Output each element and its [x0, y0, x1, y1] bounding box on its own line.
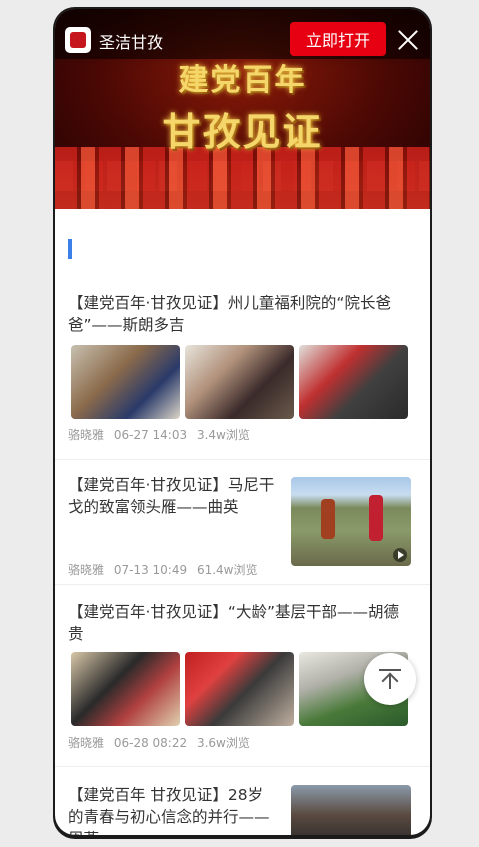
back-to-top-icon: [379, 669, 401, 690]
thumb-figure: [321, 499, 335, 539]
article-time: 06-27 14:03: [113, 428, 188, 442]
app-logo-icon: [65, 27, 91, 53]
article-author: 骆晓雅: [68, 736, 105, 750]
article-meta: 骆晓雅 06-27 14:03 3.4w浏览: [68, 426, 256, 443]
banner-title-line2: 甘孜见证: [162, 110, 323, 154]
article-views: 3.6w浏览: [196, 736, 250, 750]
article-title: 【建党百年·甘孜见证】州儿童福利院的“院长爸爸”——斯朗多吉: [68, 294, 391, 334]
article-title: 【建党百年 甘孜见证】28岁的青春与初心信念的并行——周燕: [68, 786, 270, 835]
article-author: 骆晓雅: [68, 563, 105, 577]
divider: [55, 766, 430, 767]
phone-frame: 建党百年 甘孜见证 圣洁甘孜 立即打开 【建党百年·甘孜见证】州儿童福利院的“院…: [53, 7, 432, 839]
article-title: 【建党百年·甘孜见证】马尼干戈的致富领头雁——曲英: [68, 476, 275, 516]
article-thumbnail: [291, 477, 411, 566]
article-thumbnail: [185, 652, 294, 726]
divider: [55, 459, 430, 460]
article-title: 【建党百年·甘孜见证】“大龄”基层干部——胡德贵: [68, 603, 399, 643]
article-thumbnail: [71, 652, 180, 726]
article-time: 07-13 10:49: [113, 563, 188, 577]
banner-title-line1: 建党百年: [178, 63, 307, 98]
play-icon[interactable]: [393, 548, 407, 562]
back-to-top-button[interactable]: [364, 653, 416, 705]
article-thumbnail: [185, 345, 294, 419]
article-views: 3.4w浏览: [196, 428, 250, 442]
section-marker: [68, 239, 72, 259]
article-item[interactable]: 【建党百年 甘孜见证】28岁的青春与初心信念的并行——周燕: [55, 784, 430, 835]
article-meta: 骆晓雅 06-28 08:22 3.6w浏览: [68, 734, 256, 751]
app-name: 圣洁甘孜: [99, 33, 164, 52]
article-item[interactable]: 【建党百年·甘孜见证】马尼干戈的致富领头雁——曲英 骆晓雅 07-13 10:4…: [55, 474, 430, 584]
close-icon[interactable]: [397, 29, 419, 51]
article-meta: 骆晓雅 07-13 10:49 61.4w浏览: [68, 561, 263, 578]
article-thumbnail: [299, 345, 408, 419]
article-item[interactable]: 【建党百年·甘孜见证】州儿童福利院的“院长爸爸”——斯朗多吉 骆晓雅 06-27…: [55, 292, 430, 442]
thumb-figure: [369, 495, 383, 541]
article-views: 61.4w浏览: [196, 563, 258, 577]
article-thumbnail: [71, 345, 180, 419]
article-time: 06-28 08:22: [113, 736, 188, 750]
divider: [55, 584, 430, 585]
article-author: 骆晓雅: [68, 428, 105, 442]
screen: 建党百年 甘孜见证 圣洁甘孜 立即打开 【建党百年·甘孜见证】州儿童福利院的“院…: [55, 9, 430, 835]
article-thumbnail: [291, 785, 411, 835]
open-app-button[interactable]: 立即打开: [290, 22, 386, 56]
app-promo-bar: 圣洁甘孜 立即打开: [55, 9, 430, 59]
